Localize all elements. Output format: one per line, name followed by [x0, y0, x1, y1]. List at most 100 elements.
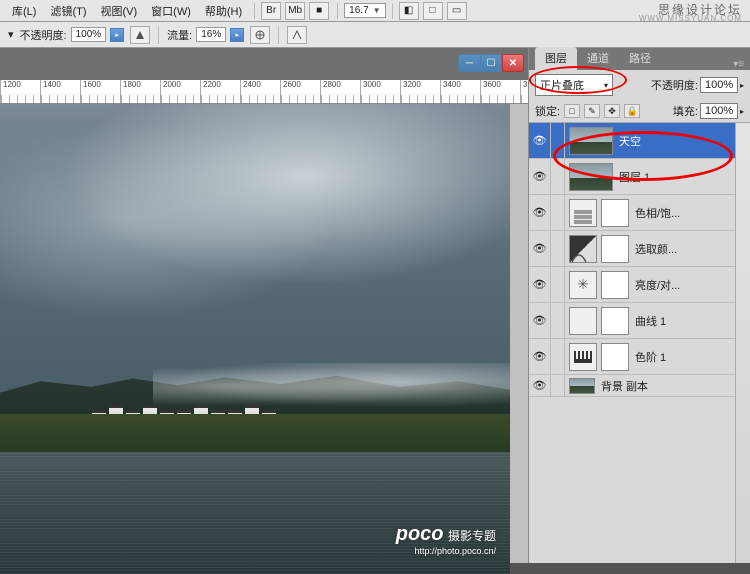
- link-cell[interactable]: [551, 195, 565, 230]
- link-cell[interactable]: [551, 339, 565, 374]
- visibility-icon[interactable]: 👁: [529, 231, 551, 266]
- panel-opacity-label: 不透明度:: [651, 77, 698, 93]
- blend-row: 正片叠底▾ 不透明度: 100% ▸: [529, 70, 750, 100]
- window-minimize[interactable]: ─: [458, 54, 480, 72]
- menu-bar: 库(L) 滤镜(T) 视图(V) 窗口(W) 帮助(H) Br Mb ■ 16.…: [0, 0, 750, 22]
- layer-name[interactable]: 色阶 1: [633, 349, 736, 365]
- options-bar: ▾ 不透明度: 100% ▸ 流量: 16% ▸: [0, 22, 750, 48]
- presets-dropdown-icon[interactable]: ▾: [8, 28, 14, 41]
- layer-thumb[interactable]: [569, 163, 613, 191]
- opacity-value[interactable]: 100%: [71, 27, 107, 42]
- screenmode-1[interactable]: ◧: [399, 2, 419, 20]
- pressure-opacity-icon[interactable]: [130, 26, 150, 44]
- layer-row-hue[interactable]: 👁 色相/饱...: [529, 195, 750, 231]
- layer-mask[interactable]: [601, 199, 629, 227]
- layer-name[interactable]: 色相/饱...: [633, 205, 736, 221]
- document-canvas[interactable]: poco 摄影专题 http://photo.poco.cn/: [0, 104, 510, 574]
- tab-channels[interactable]: 通道: [577, 47, 619, 70]
- layer-row-layer1[interactable]: 👁 图层 1: [529, 159, 750, 195]
- adjustment-icon-hue[interactable]: [569, 199, 597, 227]
- layers-list: 👁 天空 👁 图层 1 👁 色相/饱... 👁: [529, 123, 750, 563]
- visibility-icon[interactable]: 👁: [529, 123, 551, 158]
- window-controls: ─ ☐ ✕: [458, 54, 524, 72]
- view-extras-button[interactable]: ■: [309, 2, 329, 20]
- lock-transparent-icon[interactable]: □: [564, 104, 580, 118]
- adjustment-icon-curves[interactable]: [569, 307, 597, 335]
- airbrush-icon[interactable]: [250, 26, 270, 44]
- watermark: poco 摄影专题 http://photo.poco.cn/: [396, 523, 496, 556]
- link-cell[interactable]: [551, 303, 565, 338]
- screenmode-3[interactable]: ▭: [447, 2, 467, 20]
- layer-thumb[interactable]: [569, 378, 595, 394]
- layer-row-curves[interactable]: 👁 曲线 1: [529, 303, 750, 339]
- layer-name[interactable]: 亮度/对...: [633, 277, 736, 293]
- layer-name[interactable]: 曲线 1: [633, 313, 736, 329]
- menu-filter[interactable]: 滤镜(T): [44, 1, 92, 21]
- panel-menu-icon[interactable]: ▾≡: [733, 59, 750, 70]
- link-cell[interactable]: [551, 159, 565, 194]
- minibridge-button[interactable]: Mb: [285, 2, 305, 20]
- window-close[interactable]: ✕: [502, 54, 524, 72]
- layer-row-bgcopy[interactable]: 👁 背景 副本: [529, 375, 750, 397]
- visibility-icon[interactable]: 👁: [529, 339, 551, 374]
- menu-help[interactable]: 帮助(H): [199, 1, 248, 21]
- link-cell[interactable]: [551, 231, 565, 266]
- canvas-area: ─ ☐ ✕ 1200140016001800200022002400260028…: [0, 48, 528, 563]
- layer-mask[interactable]: [601, 271, 629, 299]
- window-maximize[interactable]: ☐: [480, 54, 502, 72]
- fill-label: 填充:: [673, 103, 698, 119]
- link-cell[interactable]: [551, 123, 565, 158]
- menu-library[interactable]: 库(L): [6, 1, 42, 21]
- tab-paths[interactable]: 路径: [619, 47, 661, 70]
- branding-url: WWW.MISSYUAN.COM: [639, 14, 742, 23]
- separator: [158, 26, 159, 44]
- panel-tabs: 图层 通道 路径 ▾≡: [529, 48, 750, 70]
- layer-mask[interactable]: [601, 235, 629, 263]
- layer-row-brightness[interactable]: 👁 亮度/对...: [529, 267, 750, 303]
- layer-name[interactable]: 天空: [617, 133, 736, 149]
- menu-view[interactable]: 视图(V): [95, 1, 144, 21]
- bridge-button[interactable]: Br: [261, 2, 281, 20]
- layers-panel: 图层 通道 路径 ▾≡ 正片叠底▾ 不透明度: 100% ▸ 锁定: □ ✎ ✥…: [528, 48, 750, 563]
- layer-row-sky[interactable]: 👁 天空: [529, 123, 750, 159]
- lock-label: 锁定:: [535, 103, 560, 119]
- link-cell[interactable]: [551, 267, 565, 302]
- lock-all-icon[interactable]: 🔒: [624, 104, 640, 118]
- lock-pixels-icon[interactable]: ✎: [584, 104, 600, 118]
- visibility-icon[interactable]: 👁: [529, 375, 551, 396]
- blend-mode-select[interactable]: 正片叠底▾: [535, 74, 613, 96]
- menu-window[interactable]: 窗口(W): [145, 1, 197, 21]
- tab-layers[interactable]: 图层: [535, 47, 577, 70]
- pressure-size-icon[interactable]: [287, 26, 307, 44]
- lock-position-icon[interactable]: ✥: [604, 104, 620, 118]
- ruler-horizontal: 1200140016001800200022002400260028003000…: [0, 80, 528, 104]
- layer-name[interactable]: 背景 副本: [599, 378, 736, 394]
- adjustment-icon-levels[interactable]: [569, 343, 597, 371]
- separator: [337, 3, 338, 19]
- separator: [278, 26, 279, 44]
- panel-opacity-value[interactable]: 100%: [700, 77, 738, 93]
- visibility-icon[interactable]: 👁: [529, 195, 551, 230]
- flow-flyout[interactable]: ▸: [230, 28, 244, 42]
- layer-mask[interactable]: [601, 343, 629, 371]
- layer-row-selcolor[interactable]: 👁 选取颜...: [529, 231, 750, 267]
- screenmode-2[interactable]: □: [423, 2, 443, 20]
- layer-name[interactable]: 图层 1: [617, 169, 736, 185]
- lock-row: 锁定: □ ✎ ✥ 🔒 填充: 100% ▸: [529, 100, 750, 123]
- layer-row-levels[interactable]: 👁 色阶 1: [529, 339, 750, 375]
- layer-mask[interactable]: [601, 307, 629, 335]
- visibility-icon[interactable]: 👁: [529, 159, 551, 194]
- separator: [254, 3, 255, 19]
- opacity-label: 不透明度:: [20, 27, 67, 43]
- zoom-level[interactable]: 16.7▼: [344, 3, 385, 18]
- visibility-icon[interactable]: 👁: [529, 303, 551, 338]
- flow-label: 流量:: [167, 27, 192, 43]
- layer-name[interactable]: 选取颜...: [633, 241, 736, 257]
- flow-value[interactable]: 16%: [196, 27, 226, 42]
- visibility-icon[interactable]: 👁: [529, 267, 551, 302]
- opacity-flyout[interactable]: ▸: [110, 28, 124, 42]
- separator: [392, 3, 393, 19]
- link-cell[interactable]: [551, 375, 565, 396]
- layer-thumb[interactable]: [569, 127, 613, 155]
- fill-value[interactable]: 100%: [700, 103, 738, 119]
